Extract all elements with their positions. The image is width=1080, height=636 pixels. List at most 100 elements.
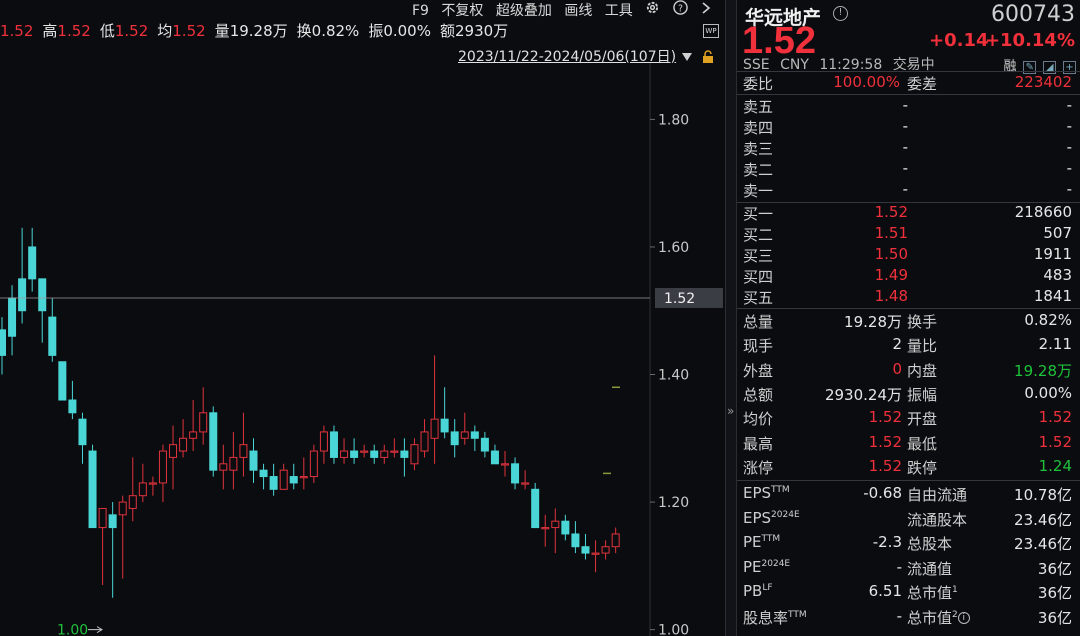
order-book-row: 买二 1.51 507 [737,224,1080,245]
fundamental-label-sup: LF [762,583,773,593]
stat-label: 最高 [743,434,774,453]
stat-label: 振幅 [907,385,938,404]
candle-up [591,552,600,555]
candle-down [581,546,590,554]
stat-label: 开盘 [907,410,938,429]
overlay-button[interactable]: 超级叠加 [496,0,552,20]
trade-stat-row: 涨停 1.52 跌停 1.24 [737,457,1080,478]
candle-down [350,450,359,458]
fundamental-label: 总股本 [907,533,952,554]
candle-up [390,450,399,453]
order-price: - [902,138,908,156]
stat-item: 额2930万 [440,20,508,41]
chevron-right-icon[interactable] [700,1,712,19]
triangle-down-icon[interactable] [681,52,693,62]
gear-icon[interactable] [645,0,660,19]
help-icon[interactable]: ? [672,0,688,19]
candle-down [28,246,37,280]
fundamental-label: PBLF [743,582,773,600]
candle-down [329,431,338,458]
candle-up [299,476,308,479]
fundamental-label-sup: 2024E [761,558,791,569]
price-change-percent: +10.14% [984,30,1075,51]
panel-divider[interactable] [725,0,737,636]
tools-button[interactable]: 工具 [605,0,633,20]
candle-down [209,412,218,471]
candle-up [169,444,178,458]
fundamental-label: 流通值 [907,558,952,579]
stat-value: 0.00% [1024,383,1072,402]
candle-up [279,469,288,490]
fundamental-row: PE2024E - 流通值 36亿 [737,558,1080,579]
order-volume: 507 [1043,224,1072,242]
fundamental-value: 36亿 [1037,608,1072,627]
fundamental-value: -0.68 [863,484,902,502]
candle-up [601,546,610,554]
fundamental-label-text: 股息率 [743,608,789,627]
kline-chart-panel[interactable]: 1.80 1.60 1.40 1.20 1.00 1.52 1.00 1.52 高1.52 低1… [0,0,725,636]
stat-label: 均价 [743,410,774,429]
f9-button[interactable]: F9 [412,3,429,19]
fundamental-value: - [896,606,902,625]
fundamental-label-sup: 2024E [771,509,800,520]
divider-line [737,71,1080,72]
fundamental-row: 股息率TTM - 总市值2 i 36亿 [737,607,1080,628]
stat-value: 1.52 [57,22,91,40]
order-volume: - [1066,117,1072,135]
candle-down [450,431,459,446]
info-icon[interactable]: i [957,612,970,624]
candle-down [58,361,67,401]
order-book-row: 卖五 - - [737,96,1080,117]
candle-down [259,469,268,478]
stat-label: 换手 [907,313,938,331]
stat-label: 跌停 [907,458,938,477]
candle-up [460,431,469,439]
stats-bar: 1.52 高1.52 低1.52 均1.52 量19.28万 换0.82% 振0.00% 额2… [0,20,517,42]
quote-panel: 华远地产 ! 600743 1.52 +0.14 +10.14% SSE CNY… [737,0,1080,636]
candle-up [158,450,167,484]
y-tick-label: 1.40 [658,368,689,384]
candle-down [571,533,580,548]
wp-badge[interactable]: WP [703,24,719,38]
order-level-label: 买二 [743,226,774,244]
order-level-label: 卖二 [743,161,774,179]
stat-label: 最低 [907,434,938,453]
lock-icon[interactable] [701,50,715,64]
stat-label: 低 [99,22,115,40]
candle-up [319,431,328,452]
order-price: 1.50 [874,245,908,263]
kline-chart[interactable]: 1.80 1.60 1.40 1.20 1.00 1.52 1.00 [0,0,725,636]
fundamental-label-text: 自由流通 [907,486,968,504]
fundamental-label-text: 流通值 [907,559,953,578]
trade-stat-row: 均价 1.52 开盘 1.52 [737,408,1080,429]
date-range-text[interactable]: 2023/11/22-2024/05/06(107日) [458,49,676,65]
fundamental-value: - [896,557,902,576]
stat-value: 1.52 [114,22,149,40]
stat-value: 1.52 [172,22,206,40]
weibi-value: 100.00% [833,73,900,91]
stat-label: 量比 [907,337,938,356]
draw-line-button[interactable]: 画线 [564,0,592,20]
stat-item: 均1.52 [157,20,205,41]
collapse-arrow-icon[interactable]: » [727,404,734,418]
date-range-selector[interactable]: 2023/11/22-2024/05/06(107日) [458,46,715,66]
stat-label: 振 [368,22,384,40]
info-icon[interactable]: ! [833,6,848,21]
order-volume: - [1066,138,1072,156]
stat-value: 1.24 [1038,456,1072,475]
fuquan-button[interactable]: 不复权 [441,0,483,20]
stat-value: 2.11 [1038,335,1072,354]
order-book-row: 卖二 - - [737,159,1080,180]
order-book-row: 卖四 - - [737,117,1080,138]
candle-down [561,520,570,535]
stat-label: 量 [214,22,230,40]
order-level-label: 买三 [743,247,774,265]
order-book-row: 卖三 - - [737,138,1080,159]
candle-down [511,463,520,484]
candle-up [430,418,439,439]
candle-down [440,418,449,433]
stat-value: 0 [892,359,902,378]
candle-up [239,444,248,458]
order-level-label: 买一 [743,205,774,223]
divider-line [737,308,1080,309]
